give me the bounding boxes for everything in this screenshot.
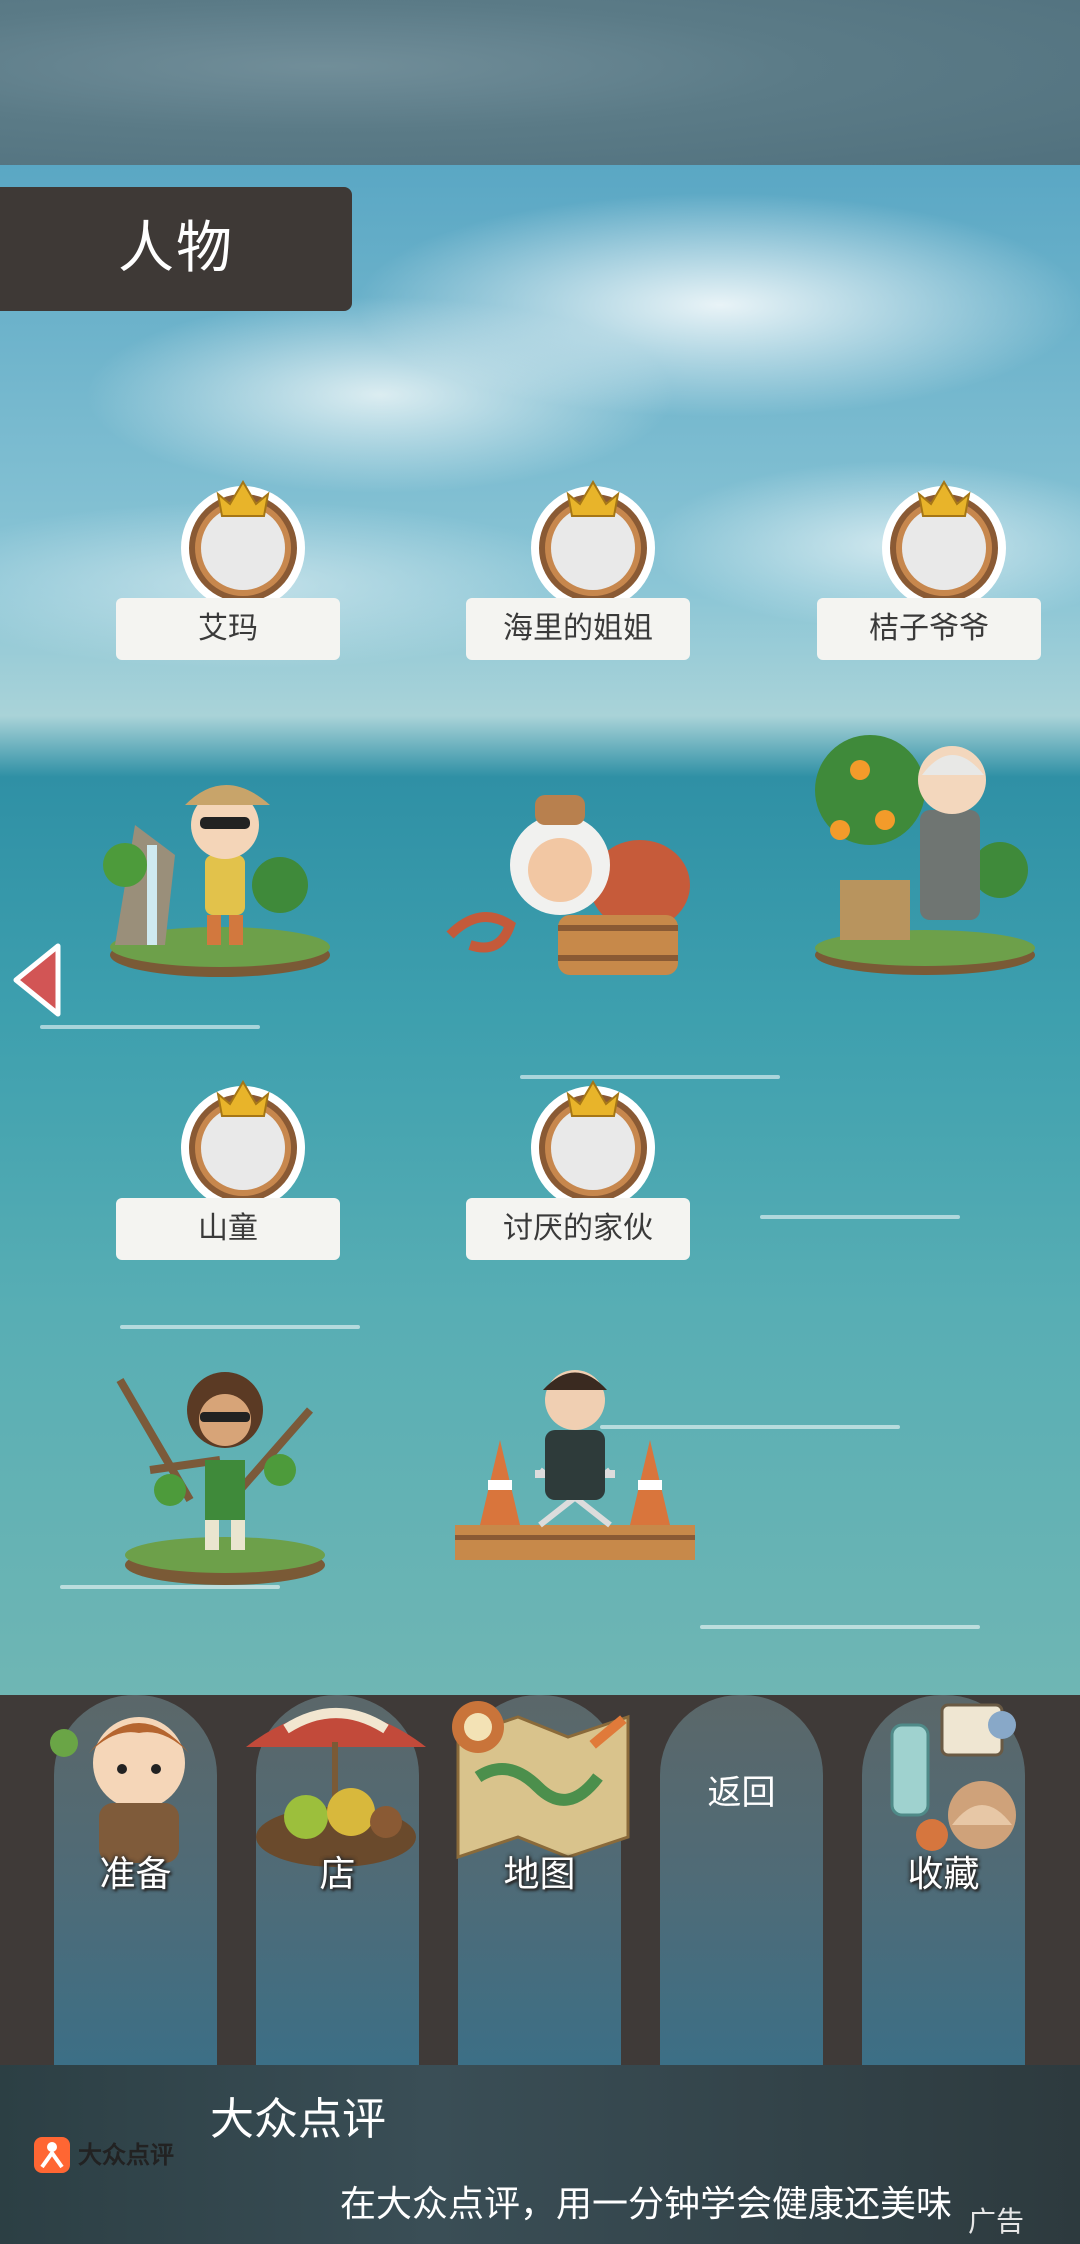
medal-icon [531, 1080, 655, 1208]
character-name: 艾玛 [116, 598, 340, 660]
medal-icon [531, 480, 655, 608]
ad-logo-text: 大众点评 [78, 2141, 174, 2169]
character-name: 山童 [116, 1198, 340, 1260]
character-card-shantong[interactable]: 山童 [116, 1068, 341, 1268]
orange-grandpa-figure-island[interactable] [800, 680, 1045, 985]
character-name: 讨厌的家伙 [466, 1198, 690, 1260]
sea-sister-figure[interactable] [440, 795, 710, 995]
character-name: 海里的姐姐 [466, 598, 690, 660]
ad-description: 在大众点评，用一分钟学会健康还美味 [340, 2184, 953, 2225]
emma-figure-island[interactable] [95, 735, 345, 985]
prepare-label: 准备 [99, 1854, 172, 1895]
ad-tag: 广告 [968, 2205, 1025, 2238]
back-label: 返回 [707, 1773, 776, 1813]
character-card-annoying-guy[interactable]: 讨厌的家伙 [466, 1068, 691, 1268]
medal-icon [181, 480, 305, 608]
left-triangle-icon[interactable] [10, 940, 70, 1020]
collection-label: 收藏 [907, 1854, 980, 1895]
shop-button[interactable]: 店 [246, 1695, 426, 2065]
shantong-figure-island[interactable] [110, 1350, 340, 1590]
ad-brand: 大众点评 [210, 2094, 386, 2145]
medal-icon [181, 1080, 305, 1208]
medal-icon [882, 480, 1006, 608]
map-button[interactable]: 地图 [452, 1695, 630, 2065]
ad-banner[interactable]: 大众点评 大众点评 在大众点评，用一分钟学会健康还美味 [0, 2065, 1080, 2244]
sky-background [0, 0, 1080, 165]
bottom-menu-bar: 准备 店 地图 返回 收藏 [0, 1695, 1080, 2065]
shop-label: 店 [319, 1854, 356, 1895]
character-card-emma[interactable]: 艾玛 [116, 468, 341, 668]
collection-button[interactable]: 收藏 [862, 1695, 1025, 2065]
back-button[interactable]: 返回 [660, 1695, 823, 2065]
annoying-guy-figure[interactable] [445, 1350, 705, 1570]
character-name: 桔子爷爷 [817, 598, 1041, 660]
prepare-button[interactable]: 准备 [50, 1695, 217, 2065]
page-title: 人物 [0, 187, 352, 311]
character-card-orange-grandpa[interactable]: 桔子爷爷 [817, 468, 1042, 668]
character-card-sea-sister[interactable]: 海里的姐姐 [466, 468, 691, 668]
map-icon [452, 1701, 630, 1860]
map-label: 地图 [503, 1854, 576, 1895]
